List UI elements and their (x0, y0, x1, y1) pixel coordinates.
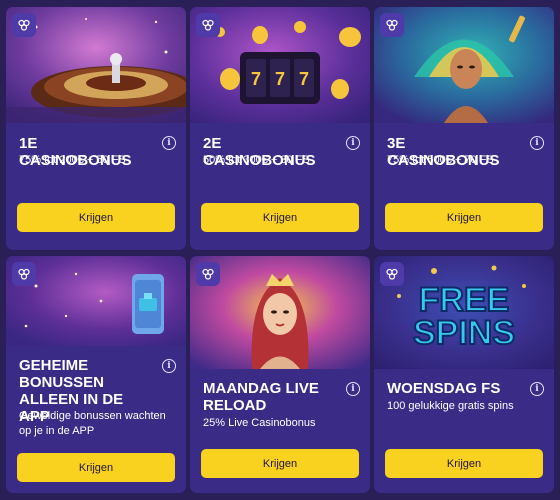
claim-button[interactable]: Krijgen (17, 203, 175, 232)
gift-icon (380, 13, 404, 37)
bonus-card-6: FREE SPINS WOENSDAG FS i 100 gelukkige g… (374, 256, 554, 493)
card-description: 75% tot 200€ + 50 FS (19, 154, 126, 166)
info-icon[interactable]: i (530, 382, 544, 396)
gift-icon (380, 262, 404, 286)
bonus-card-3: 3E CASINOBONUS i 75% tot 500€ + 70 FS Kr… (374, 7, 554, 250)
info-icon[interactable]: i (346, 382, 360, 396)
bonus-card-5: MAANDAG LIVE RELOAD i 25% Live Casinobon… (190, 256, 370, 493)
svg-text:7: 7 (251, 69, 261, 89)
card-description: 100 gelukkige gratis spins (387, 400, 514, 412)
card-description: Geweldige bonussen wachten op je in de A… (19, 410, 166, 437)
bonus-card-1: 1E CASINOBONUS i 75% tot 200€ + 50 FS Kr… (6, 7, 186, 250)
card-title: WOENSDAG FS (387, 380, 501, 397)
gift-icon (196, 13, 220, 37)
info-icon[interactable]: i (530, 136, 544, 150)
gift-icon (196, 262, 220, 286)
card-title: MAANDAG LIVE RELOAD (203, 380, 319, 414)
bonus-card-4: GEHEIME BONUSSEN ALLEEN IN DE APP i Gewe… (6, 256, 186, 493)
claim-button[interactable]: Krijgen (201, 203, 359, 232)
claim-button[interactable]: Krijgen (17, 453, 175, 482)
claim-button[interactable]: Krijgen (385, 449, 543, 478)
info-icon[interactable]: i (162, 359, 176, 373)
claim-button[interactable]: Krijgen (385, 203, 543, 232)
bonus-card-2: 7 7 7 2E CASINOBONUS i 50% tot 300€ + 30… (190, 7, 370, 250)
svg-text:7: 7 (275, 69, 285, 89)
card-description: 25% Live Casinobonus (203, 417, 316, 429)
card-description: 75% tot 500€ + 70 FS (387, 154, 494, 166)
info-icon[interactable]: i (162, 136, 176, 150)
gift-icon (12, 262, 36, 286)
claim-button[interactable]: Krijgen (201, 449, 359, 478)
info-icon[interactable]: i (346, 136, 360, 150)
svg-text:7: 7 (299, 69, 309, 89)
spins-text: SPINS (413, 314, 515, 352)
gift-icon (12, 13, 36, 37)
card-description: 50% tot 300€ + 30 FS (203, 154, 310, 166)
